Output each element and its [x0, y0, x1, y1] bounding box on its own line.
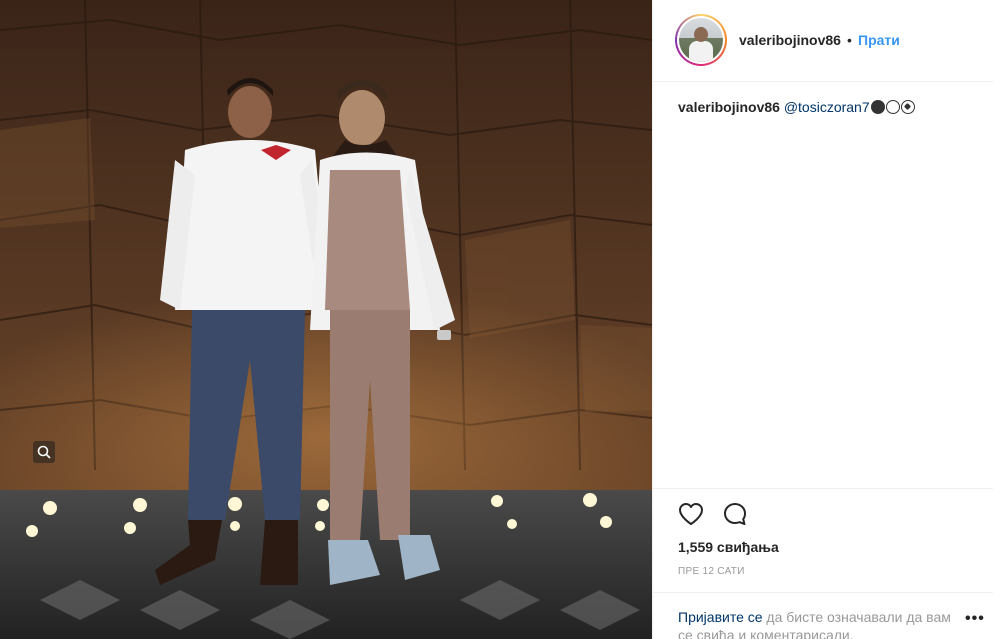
login-link[interactable]: Пријавите се	[678, 609, 763, 625]
heart-icon	[679, 503, 703, 525]
photo-image	[0, 0, 652, 639]
soccer-ball-icon	[900, 100, 915, 114]
post-side-panel: valeribojinov86 • Прати valeribojinov86 …	[652, 0, 1000, 639]
comment-icon	[724, 503, 746, 525]
header-username[interactable]: valeribojinov86	[739, 32, 841, 48]
post-caption: valeribojinov86 @tosiczoran7	[678, 98, 915, 116]
separator-dot: •	[847, 32, 852, 48]
follow-button[interactable]: Прати	[858, 32, 900, 48]
actions-divider	[653, 488, 993, 489]
black-circle-icon	[870, 100, 885, 114]
avatar-image	[679, 18, 723, 62]
more-options-button[interactable]: •••	[965, 610, 985, 628]
like-button[interactable]	[677, 500, 705, 528]
avatar[interactable]	[675, 14, 727, 66]
likes-count[interactable]: 1,559 свиђања	[678, 539, 779, 555]
login-prompt: Пријавите се да бисте означавали да вам …	[678, 608, 968, 639]
post-photo[interactable]	[0, 0, 652, 639]
caption-username[interactable]: valeribojinov86	[678, 99, 780, 115]
post-timestamp[interactable]: ПРЕ 12 САТИ	[678, 566, 745, 577]
zoom-icon[interactable]	[33, 441, 55, 463]
magnifier-icon	[37, 445, 51, 459]
login-divider	[653, 592, 993, 593]
caption-mention[interactable]: @tosiczoran7	[784, 99, 870, 115]
comment-button[interactable]	[721, 500, 749, 528]
post-header: valeribojinov86 • Прати	[653, 0, 993, 82]
white-circle-icon	[885, 100, 900, 114]
